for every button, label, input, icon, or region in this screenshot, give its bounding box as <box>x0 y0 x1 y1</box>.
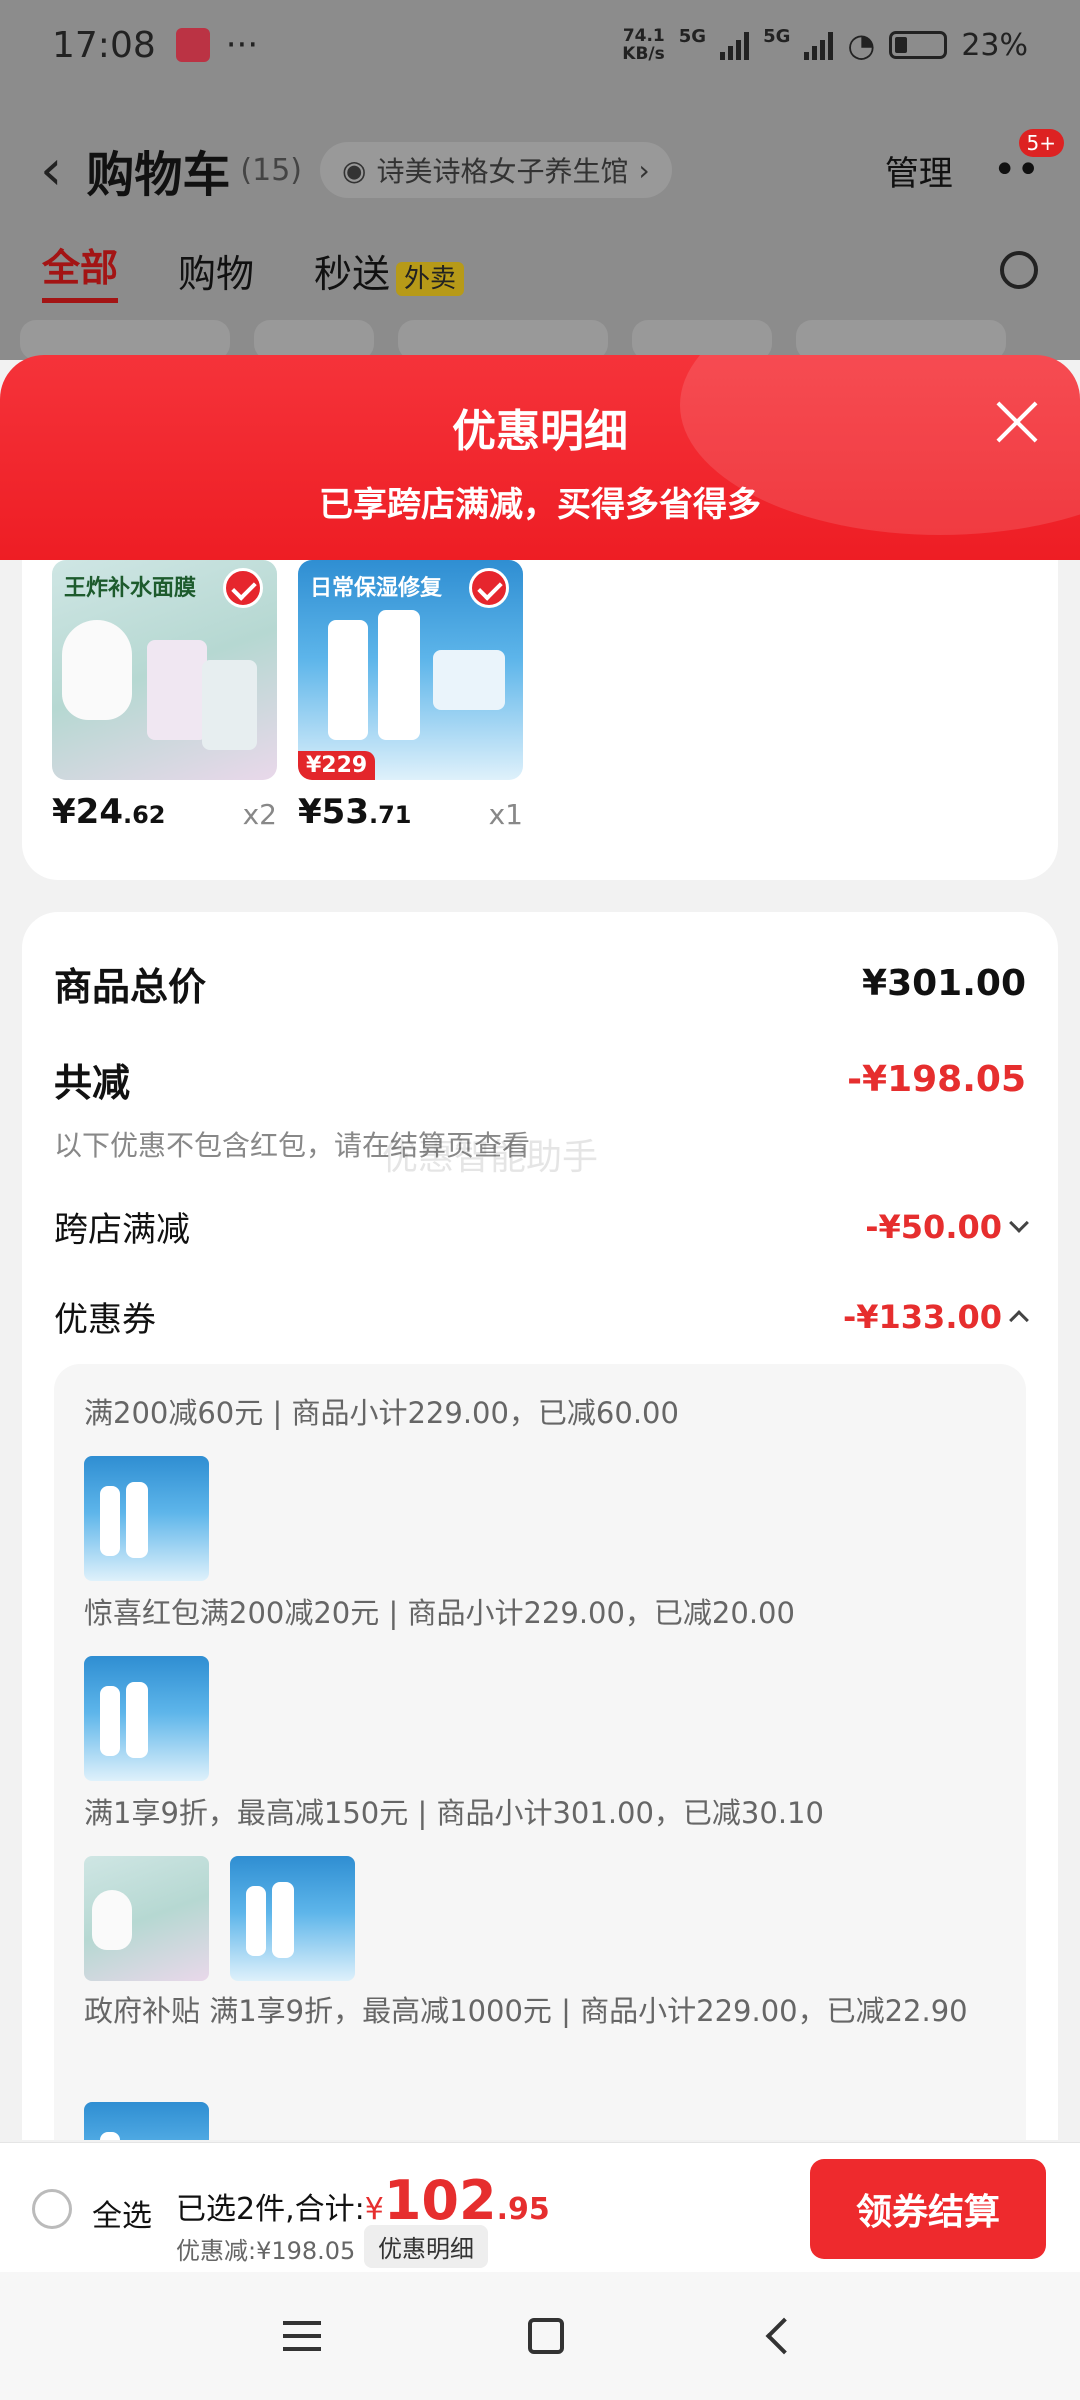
filter-chip[interactable] <box>20 320 230 360</box>
system-nav-bar <box>0 2272 1080 2400</box>
cart-tabs: 全部 购物 秒送 外卖 <box>0 230 1080 310</box>
filter-chips <box>20 320 1006 360</box>
product-price: ¥53.71 <box>298 792 412 832</box>
search-icon[interactable] <box>1000 251 1038 289</box>
checked-icon[interactable] <box>469 568 509 608</box>
product-qty: x1 <box>488 798 523 831</box>
signal-5g-label: 5G <box>678 26 707 47</box>
eye-icon: ◉ <box>342 153 367 187</box>
coupon-row[interactable]: 优惠券 -¥133.00 <box>54 1292 1029 1341</box>
coupon-item: 满200减60元 | 商品小计229.00，已减60.00 <box>84 1396 679 1430</box>
coupon-item: 惊喜红包满200减20元 | 商品小计229.00，已减20.00 <box>84 1596 795 1630</box>
app-notification-icon <box>175 28 210 62</box>
back-arrow-icon[interactable]: ‹ <box>40 138 62 203</box>
product-image-caption: 王炸补水面膜 <box>64 576 197 601</box>
chevron-right-icon: › <box>638 153 650 187</box>
coupon-product-image <box>84 2102 209 2140</box>
coupon-value: -¥133.00 <box>842 1297 1002 1336</box>
price-detail-card: 商品总价 ¥301.00 共减 -¥198.05 以下优惠不包含红包，请在结算页… <box>22 912 1058 2140</box>
reduce-label: 共减 <box>54 1061 131 1105</box>
sheet-subtitle: 已享跨店满减，买得多省得多 <box>319 485 761 525</box>
wifi-icon: ◔ <box>847 26 876 64</box>
coupon-product-image <box>84 1456 209 1581</box>
total-label: 商品总价 <box>54 965 207 1009</box>
status-time: 17:08 <box>52 24 156 66</box>
filter-chip[interactable] <box>796 320 1006 360</box>
total-amount: 102 <box>383 2169 497 2232</box>
product-price-tag: ¥229 <box>298 751 376 780</box>
coupon-label: 优惠券 <box>54 1300 156 1340</box>
close-icon[interactable] <box>994 399 1040 445</box>
more-notifications-icon: ··· <box>225 25 259 65</box>
cross-store-value: -¥50.00 <box>865 1207 1002 1246</box>
product-image-mask: 王炸补水面膜 <box>52 560 277 780</box>
product-item[interactable]: 王炸补水面膜 ¥24.62 x2 <box>52 560 277 832</box>
more-icon[interactable]: •• 5+ <box>993 129 1064 193</box>
coupon-item: 满1享9折，最高减150元 | 商品小计301.00，已减30.10 <box>84 1796 824 1830</box>
menu-icon[interactable] <box>283 2321 322 2351</box>
discount-sheet-header: 优惠明细 已享跨店满减，买得多省得多 <box>0 355 1080 560</box>
filter-chip[interactable] <box>632 320 772 360</box>
product-qty: x2 <box>242 798 277 831</box>
page-title: 购物车 <box>86 147 231 203</box>
total-row: 商品总价 ¥301.00 <box>54 956 1026 1011</box>
reduce-value: -¥198.05 <box>847 1059 1026 1100</box>
cart-count: (15) <box>240 152 303 188</box>
product-image-caption: 日常保湿修复 <box>310 576 443 601</box>
discount-detail-button[interactable]: 优惠明细 <box>364 2225 488 2268</box>
back-icon[interactable] <box>765 2317 803 2355</box>
tab-all[interactable]: 全部 <box>42 237 119 303</box>
cross-store-label: 跨店满减 <box>54 1210 190 1250</box>
sheet-title: 优惠明细 <box>452 406 628 457</box>
product-image-serum: 日常保湿修复 ¥229 <box>298 560 523 780</box>
checked-icon[interactable] <box>223 568 263 608</box>
signal-icon-2 <box>804 30 834 60</box>
manage-button[interactable]: 管理 <box>885 146 953 195</box>
shop-name: 诗美诗格女子养生馆 <box>376 155 629 188</box>
tab-instant-delivery[interactable]: 秒送 外卖 <box>314 243 465 298</box>
coupon-product-image <box>84 1856 209 1981</box>
discount-sheet-body: 王炸补水面膜 ¥24.62 x2 日常保湿修复 ¥229 ¥53.71 x1 商… <box>0 560 1080 2140</box>
chevron-up-icon <box>1009 1309 1029 1330</box>
checkout-bar: 全选 已选2件,合计: ¥ 102 .95 优惠减:¥198.05 优惠明细 领… <box>0 2142 1080 2272</box>
cross-store-row[interactable]: 跨店满减 -¥50.00 <box>54 1202 1029 1251</box>
home-icon[interactable] <box>527 2318 564 2354</box>
coupon-list: 满200减60元 | 商品小计229.00，已减60.00 惊喜红包满200减2… <box>54 1364 1026 2140</box>
battery-icon <box>889 31 948 59</box>
takeout-tag: 外卖 <box>396 261 465 296</box>
coupon-product-image <box>84 1656 209 1781</box>
battery-percent: 23% <box>961 27 1028 63</box>
signal-5g-label-2: 5G <box>763 26 791 47</box>
status-bar: 17:08 ··· 74.1 KB/s 5G 5G ◔ 23% <box>0 0 1080 90</box>
total-value: ¥301.00 <box>862 963 1026 1004</box>
selected-products: 王炸补水面膜 ¥24.62 x2 日常保湿修复 ¥229 ¥53.71 x1 <box>22 560 1058 880</box>
network-speed: 74.1 KB/s <box>622 26 665 64</box>
watermark-text: 优惠智能助手 <box>382 1137 599 1178</box>
select-all-label[interactable]: 全选 <box>92 2191 152 2235</box>
saved-amount: 优惠减:¥198.05 <box>176 2237 356 2265</box>
filter-chip[interactable] <box>398 320 608 360</box>
coupon-item: 政府补贴 满1享9折，最高减1000元 | 商品小计229.00，已减22.90 <box>84 1994 968 2028</box>
coupon-product-image <box>230 1856 355 1981</box>
cart-page-background: ‹ 购物车 (15) ◉ 诗美诗格女子养生馆 › 管理 •• 5+ 全部 购物 … <box>0 90 1080 360</box>
total-summary: 已选2件,合计: ¥ 102 .95 <box>176 2169 550 2232</box>
product-price: ¥24.62 <box>52 792 166 832</box>
shop-chip[interactable]: ◉ 诗美诗格女子养生馆 › <box>320 142 672 198</box>
checkout-button[interactable]: 领券结算 <box>810 2159 1046 2259</box>
reduce-row: 共减 -¥198.05 <box>54 1052 1026 1107</box>
cart-header: ‹ 购物车 (15) ◉ 诗美诗格女子养生馆 › 管理 •• 5+ <box>0 120 1080 220</box>
signal-icon <box>720 30 750 60</box>
product-item[interactable]: 日常保湿修复 ¥229 ¥53.71 x1 <box>298 560 523 832</box>
filter-chip[interactable] <box>254 320 374 360</box>
notification-badge: 5+ <box>1018 129 1064 157</box>
chevron-down-icon <box>1009 1212 1029 1233</box>
select-all-radio[interactable] <box>32 2189 72 2229</box>
tab-shopping[interactable]: 购物 <box>178 243 254 298</box>
